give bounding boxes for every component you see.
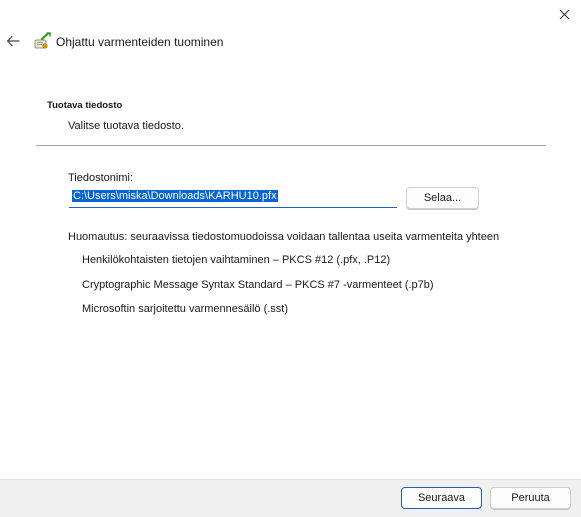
wizard-title: Ohjattu varmenteiden tuominen [56, 35, 224, 49]
next-button[interactable]: Seuraava [401, 487, 482, 509]
cancel-button[interactable]: Peruuta [490, 487, 571, 509]
format-item-sst: Microsoftin sarjoitettu varmennesäilö (.… [82, 303, 289, 315]
format-item-p7b: Cryptographic Message Syntax Standard – … [82, 279, 434, 291]
section-title: Tuotava tiedosto [47, 100, 123, 111]
filename-label: Tiedostonimi: [68, 172, 134, 184]
browse-button[interactable]: Selaa... [406, 187, 479, 209]
format-item-pfx: Henkilökohtaisten tietojen vaihtaminen –… [82, 254, 391, 266]
certificate-import-icon [34, 32, 52, 50]
note-text: Huomautus: seuraavissa tiedostomuodoissa… [68, 231, 500, 243]
back-button[interactable] [2, 30, 24, 52]
close-button[interactable] [548, 0, 581, 28]
filename-value: C:\Users\miska\Downloads\KARHU10.pfx [72, 190, 278, 202]
filename-input[interactable]: C:\Users\miska\Downloads\KARHU10.pfx [69, 187, 397, 208]
arrow-left-icon [6, 35, 20, 47]
header-divider [36, 145, 546, 146]
section-subtitle: Valitse tuotava tiedosto. [68, 120, 184, 132]
close-icon [559, 9, 570, 19]
